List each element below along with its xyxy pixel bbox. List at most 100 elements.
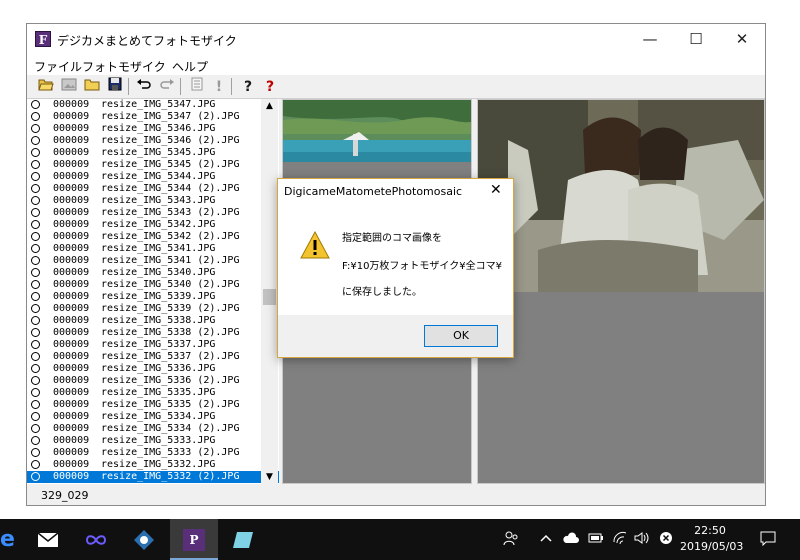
list-item[interactable]: 000009 resize_IMG_5342 (2).JPG	[27, 231, 279, 243]
radio-icon[interactable]	[31, 124, 40, 133]
scroll-thumb[interactable]	[263, 289, 276, 305]
radio-icon[interactable]	[31, 472, 40, 481]
radio-icon[interactable]	[31, 100, 40, 109]
list-item[interactable]: 000009 resize_IMG_5345.JPG	[27, 147, 279, 159]
scroll-down-arrow-icon[interactable]: ▼	[261, 470, 278, 484]
radio-icon[interactable]	[31, 376, 40, 385]
close-circle-icon[interactable]	[658, 530, 674, 550]
radio-icon[interactable]	[31, 424, 40, 433]
radio-icon[interactable]	[31, 184, 40, 193]
list-scrollbar[interactable]: ▲ ▼	[261, 99, 278, 484]
cloud-icon[interactable]	[562, 530, 580, 550]
list-item[interactable]: 000009 resize_IMG_5335.JPG	[27, 387, 279, 399]
scroll-up-arrow-icon[interactable]: ▲	[261, 99, 278, 113]
folder-icon[interactable]	[82, 77, 102, 97]
notes-app-icon[interactable]	[222, 519, 266, 560]
list-item[interactable]: 000009 resize_IMG_5338.JPG	[27, 315, 279, 327]
people-icon[interactable]	[503, 530, 519, 550]
minimize-button[interactable]: —	[627, 24, 673, 55]
mail-icon[interactable]	[26, 519, 70, 560]
list-item[interactable]: 000009 resize_IMG_5347 (2).JPG	[27, 111, 279, 123]
open-folder-icon[interactable]	[36, 77, 56, 97]
radio-icon[interactable]	[31, 280, 40, 289]
radio-icon[interactable]	[31, 256, 40, 265]
list-item[interactable]: 000009 resize_IMG_5341 (2).JPG	[27, 255, 279, 267]
radio-icon[interactable]	[31, 364, 40, 373]
radio-icon[interactable]	[31, 292, 40, 301]
radio-icon[interactable]	[31, 268, 40, 277]
radio-icon[interactable]	[31, 148, 40, 157]
list-item[interactable]: 000009 resize_IMG_5340.JPG	[27, 267, 279, 279]
radio-icon[interactable]	[31, 112, 40, 121]
radio-icon[interactable]	[31, 448, 40, 457]
list-item[interactable]: 000009 resize_IMG_5334.JPG	[27, 411, 279, 423]
list-item[interactable]: 000009 resize_IMG_5343.JPG	[27, 195, 279, 207]
radio-icon[interactable]	[31, 352, 40, 361]
photomosaic-app-icon[interactable]: P	[170, 519, 218, 560]
radio-icon[interactable]	[31, 220, 40, 229]
radio-icon[interactable]	[31, 388, 40, 397]
radio-icon[interactable]	[31, 172, 40, 181]
help-red-icon[interactable]: ?	[260, 77, 280, 97]
radio-icon[interactable]	[31, 136, 40, 145]
maximize-button[interactable]: ☐	[673, 24, 719, 55]
close-button[interactable]: ✕	[719, 24, 765, 55]
menu-photomosaic[interactable]: フォトモザイク	[82, 58, 166, 75]
undo-icon[interactable]	[134, 77, 154, 97]
list-item[interactable]: 000009 resize_IMG_5339.JPG	[27, 291, 279, 303]
infinity-app-icon[interactable]	[74, 519, 118, 560]
battery-icon[interactable]	[587, 530, 605, 550]
list-item[interactable]: 000009 resize_IMG_5336.JPG	[27, 363, 279, 375]
list-item[interactable]: 000009 resize_IMG_5346 (2).JPG	[27, 135, 279, 147]
list-item[interactable]: 000009 resize_IMG_5345 (2).JPG	[27, 159, 279, 171]
list-item[interactable]: 000009 resize_IMG_5346.JPG	[27, 123, 279, 135]
radio-icon[interactable]	[31, 244, 40, 253]
radio-icon[interactable]	[31, 196, 40, 205]
file-list[interactable]: 000009 resize_IMG_5347.JPG 000009 resize_IM…	[27, 99, 279, 484]
radio-icon[interactable]	[31, 340, 40, 349]
list-item[interactable]: 000009 resize_IMG_5338 (2).JPG	[27, 327, 279, 339]
radio-icon[interactable]	[31, 400, 40, 409]
list-item[interactable]: 000009 resize_IMG_5337 (2).JPG	[27, 351, 279, 363]
store-app-icon[interactable]	[122, 519, 166, 560]
list-item[interactable]: 000009 resize_IMG_5334 (2).JPG	[27, 423, 279, 435]
list-item[interactable]: 000009 resize_IMG_5342.JPG	[27, 219, 279, 231]
ok-button[interactable]: OK	[424, 325, 498, 347]
list-item[interactable]: 000009 resize_IMG_5339 (2).JPG	[27, 303, 279, 315]
radio-icon[interactable]	[31, 160, 40, 169]
save-icon[interactable]	[105, 77, 125, 97]
radio-icon[interactable]	[31, 328, 40, 337]
list-item[interactable]: 000009 resize_IMG_5333 (2).JPG	[27, 447, 279, 459]
radio-icon[interactable]	[31, 436, 40, 445]
list-item[interactable]: 000009 resize_IMG_5341.JPG	[27, 243, 279, 255]
list-item[interactable]: 000009 resize_IMG_5343 (2).JPG	[27, 207, 279, 219]
dialog-close-button[interactable]: ✕	[490, 182, 502, 198]
exclamation-icon[interactable]: !	[209, 77, 229, 97]
list-item[interactable]: 000009 resize_IMG_5344.JPG	[27, 171, 279, 183]
radio-icon[interactable]	[31, 304, 40, 313]
list-item[interactable]: 000009 resize_IMG_5340 (2).JPG	[27, 279, 279, 291]
help-icon[interactable]: ?	[238, 77, 258, 97]
wifi-icon[interactable]	[611, 530, 629, 550]
list-item[interactable]: 000009 resize_IMG_5336 (2).JPG	[27, 375, 279, 387]
list-item[interactable]: 000009 resize_IMG_5337.JPG	[27, 339, 279, 351]
redo-icon[interactable]	[157, 77, 177, 97]
list-icon[interactable]	[187, 77, 207, 97]
clock[interactable]: 22:50 2019/05/03	[680, 523, 743, 555]
dialog-title-bar[interactable]: DigicameMatometePhotomosaic ✕	[278, 179, 513, 203]
chevron-up-icon[interactable]	[540, 530, 552, 550]
radio-icon[interactable]	[31, 316, 40, 325]
list-item[interactable]: 000009 resize_IMG_5344 (2).JPG	[27, 183, 279, 195]
list-item[interactable]: 000009 resize_IMG_5332.JPG	[27, 459, 279, 471]
list-item[interactable]: 000009 resize_IMG_5333.JPG	[27, 435, 279, 447]
title-bar[interactable]: F デジカメまとめてフォトモザイク — ☐ ✕	[27, 24, 765, 55]
radio-icon[interactable]	[31, 412, 40, 421]
list-item[interactable]: 000009 resize_IMG_5335 (2).JPG	[27, 399, 279, 411]
volume-icon[interactable]	[633, 530, 651, 550]
image-icon[interactable]	[59, 77, 79, 97]
menu-file[interactable]: ファイル	[34, 58, 82, 75]
list-item[interactable]: 000009 resize_IMG_5332 (2).JPG	[27, 471, 279, 483]
radio-icon[interactable]	[31, 208, 40, 217]
edge-browser-icon[interactable]: e	[0, 519, 15, 560]
notification-icon[interactable]	[760, 530, 776, 550]
